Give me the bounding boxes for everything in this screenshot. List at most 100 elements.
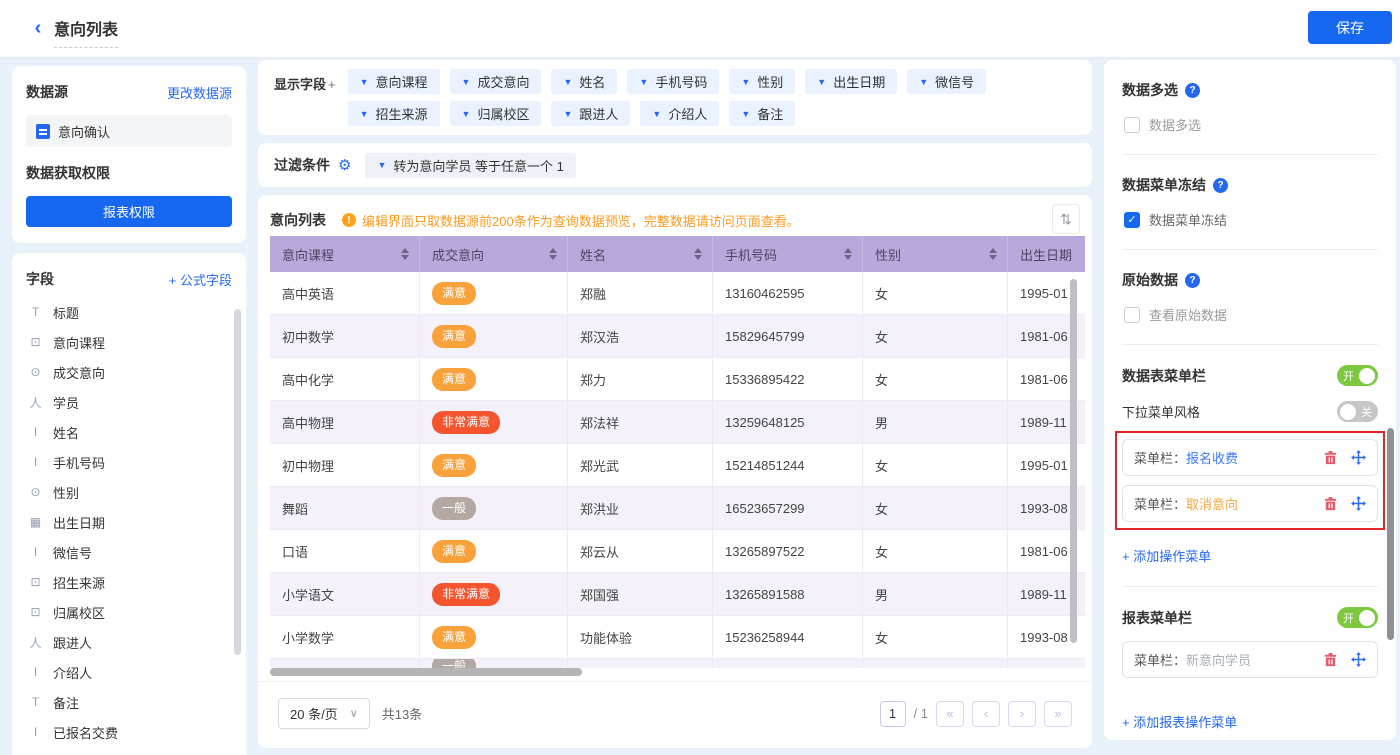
save-button[interactable]: 保存 xyxy=(1308,11,1392,44)
add-report-menu-link[interactable]: + 添加报表操作菜单 xyxy=(1122,712,1237,731)
field-item[interactable]: ⊙ 性别 xyxy=(26,477,232,507)
raw-data-checkbox[interactable] xyxy=(1124,306,1140,323)
table-row[interactable]: 小学语文 非常满意 郑国强 13265891588 男 1989-11 xyxy=(270,573,1085,616)
display-field-chip[interactable]: ▼ 手机号码 xyxy=(627,69,720,94)
dropdown-style-toggle[interactable]: 关 xyxy=(1337,401,1378,422)
display-field-chip[interactable]: ▼ 跟进人 xyxy=(551,101,631,126)
table-row[interactable]: 初中物理 满意 郑光武 15214851244 女 1995-01 xyxy=(270,444,1085,487)
field-item[interactable]: 人学员 xyxy=(26,387,232,417)
report-permission-button[interactable]: 报表权限 xyxy=(26,196,232,227)
field-item[interactable]: ⊡ 招生来源 xyxy=(26,567,232,597)
column-header[interactable]: 姓名 xyxy=(568,236,713,272)
sort-arrows-icon[interactable] xyxy=(989,248,997,260)
move-icon[interactable] xyxy=(1351,496,1366,511)
multi-select-checkbox[interactable] xyxy=(1124,116,1140,133)
field-item-label: 标题 xyxy=(53,305,80,321)
report-menu-item[interactable]: 菜单栏： 新意向学员 xyxy=(1122,641,1378,678)
first-page-button[interactable]: « xyxy=(936,700,964,727)
field-item[interactable]: ⊙ 成交意向 xyxy=(26,357,232,387)
column-header[interactable]: 手机号码 xyxy=(713,236,863,272)
menu-freeze-checkbox-row[interactable]: 数据菜单冻结 xyxy=(1124,210,1378,229)
display-field-chip[interactable]: ▼ 性别 xyxy=(729,69,796,94)
delete-icon[interactable] xyxy=(1323,496,1338,511)
sort-arrows-icon[interactable] xyxy=(694,248,702,260)
column-header[interactable]: 出生日期 xyxy=(1008,236,1085,272)
page-size-select[interactable]: 20 条/页 ∨ xyxy=(278,698,370,729)
filter-settings-icon[interactable]: ⚙ xyxy=(338,156,351,174)
help-icon[interactable] xyxy=(1213,177,1228,193)
field-item[interactable]: I 已报名交费 xyxy=(26,717,232,747)
table-horizontal-scrollbar[interactable] xyxy=(270,668,582,676)
field-item[interactable]: 人跟进人 xyxy=(26,627,232,657)
table-title: 意向列表 xyxy=(270,212,326,228)
table-row[interactable]: 初中数学 满意 郑汉浩 15829645799 女 1981-06 xyxy=(270,315,1085,358)
table-vertical-scrollbar[interactable] xyxy=(1070,279,1077,643)
chip-label: 归属校区 xyxy=(477,107,530,122)
display-field-chip[interactable]: ▼ 成交意向 xyxy=(449,69,542,94)
field-item[interactable]: T 备注 xyxy=(26,687,232,717)
add-display-field-button[interactable]: + xyxy=(328,77,336,92)
display-field-chip[interactable]: ▼ 备注 xyxy=(729,101,796,126)
table-row[interactable]: 一般 xyxy=(270,659,1085,668)
table-menu-item[interactable]: 菜单栏： 报名收费 xyxy=(1122,439,1378,476)
table-row[interactable]: 舞蹈 一般 郑洪业 16523657299 女 1993-08 xyxy=(270,487,1085,530)
field-item-label: 成交意向 xyxy=(53,365,106,381)
table-row[interactable]: 高中化学 满意 郑力 15336895422 女 1981-06 xyxy=(270,358,1085,401)
field-item[interactable]: T 标题 xyxy=(26,297,232,327)
table-menu-toggle[interactable]: 开 xyxy=(1337,365,1378,386)
move-icon[interactable] xyxy=(1351,450,1366,465)
delete-icon[interactable] xyxy=(1323,450,1338,465)
field-item[interactable]: I 姓名 xyxy=(26,417,232,447)
display-field-chip[interactable]: ▼ 归属校区 xyxy=(449,101,542,126)
field-list-scrollbar[interactable] xyxy=(234,309,241,655)
menu-freeze-checkbox[interactable] xyxy=(1124,211,1140,228)
display-field-chip[interactable]: ▼ 出生日期 xyxy=(805,69,898,94)
field-item[interactable]: I 手机号码 xyxy=(26,447,232,477)
table-row[interactable]: 小学数学 满意 功能体验 15236258944 女 1993-08 xyxy=(270,616,1085,659)
table-menu-item[interactable]: 菜单栏： 取消意向 xyxy=(1122,485,1378,522)
add-action-menu-link[interactable]: + 添加操作菜单 xyxy=(1122,546,1211,565)
display-field-chip[interactable]: ▼ 姓名 xyxy=(551,69,618,94)
display-field-chip[interactable]: ▼ 招生来源 xyxy=(347,101,440,126)
move-icon[interactable] xyxy=(1351,652,1366,667)
field-item[interactable]: ⊡ 意向课程 xyxy=(26,327,232,357)
multi-select-checkbox-row[interactable]: 数据多选 xyxy=(1124,115,1378,134)
formula-field-link[interactable]: + 公式字段 xyxy=(169,270,232,289)
column-header[interactable]: 意向课程 xyxy=(270,236,420,272)
datasource-item[interactable]: 意向确认 xyxy=(26,115,232,147)
display-fields-label: 显示字段 + xyxy=(274,69,336,126)
datasource-card: 数据源 更改数据源 意向确认 数据获取权限 报表权限 xyxy=(12,66,246,243)
delete-icon[interactable] xyxy=(1323,652,1338,667)
next-page-button[interactable]: › xyxy=(1008,700,1036,727)
sort-arrows-icon[interactable] xyxy=(549,248,557,260)
prev-page-button[interactable]: ‹ xyxy=(972,700,1000,727)
field-item[interactable]: ▦ 出生日期 xyxy=(26,507,232,537)
help-icon[interactable] xyxy=(1185,82,1200,98)
field-item-label: 意向课程 xyxy=(53,335,106,351)
settings-scrollbar[interactable] xyxy=(1387,428,1394,640)
table-row[interactable]: 口语 满意 郑云从 13265897522 女 1981-06 xyxy=(270,530,1085,573)
document-icon xyxy=(36,123,50,139)
field-item[interactable]: I 微信号 xyxy=(26,537,232,567)
display-field-chip[interactable]: ▼ 介绍人 xyxy=(640,101,720,126)
table-row[interactable]: 高中英语 满意 郑融 13160462595 女 1995-01 xyxy=(270,272,1085,315)
field-item[interactable]: ⊡ 归属校区 xyxy=(26,597,232,627)
change-datasource-link[interactable]: 更改数据源 xyxy=(167,83,232,102)
table-row[interactable]: 高中物理 非常满意 郑法祥 13259648125 男 1989-11 xyxy=(270,401,1085,444)
table-cell xyxy=(713,659,863,668)
report-menu-toggle[interactable]: 开 xyxy=(1337,607,1378,628)
last-page-button[interactable]: » xyxy=(1044,700,1072,727)
help-icon[interactable] xyxy=(1185,272,1200,288)
filter-condition-chip[interactable]: ▼ 转为意向学员 等于任意一个 1 xyxy=(365,152,576,178)
display-field-chip[interactable]: ▼ 意向课程 xyxy=(347,69,440,94)
column-header[interactable]: 成交意向 xyxy=(420,236,568,272)
sort-arrows-icon[interactable] xyxy=(401,248,409,260)
sort-arrows-icon[interactable] xyxy=(844,248,852,260)
back-button[interactable]: ‹ xyxy=(28,16,48,40)
field-item[interactable]: I 介绍人 xyxy=(26,657,232,687)
column-header[interactable]: 性别 xyxy=(863,236,1008,272)
page-input[interactable]: 1 xyxy=(879,700,906,727)
sort-button[interactable]: ⇅ xyxy=(1052,204,1080,234)
raw-data-checkbox-row[interactable]: 查看原始数据 xyxy=(1124,305,1378,324)
display-field-chip[interactable]: ▼ 微信号 xyxy=(907,69,987,94)
